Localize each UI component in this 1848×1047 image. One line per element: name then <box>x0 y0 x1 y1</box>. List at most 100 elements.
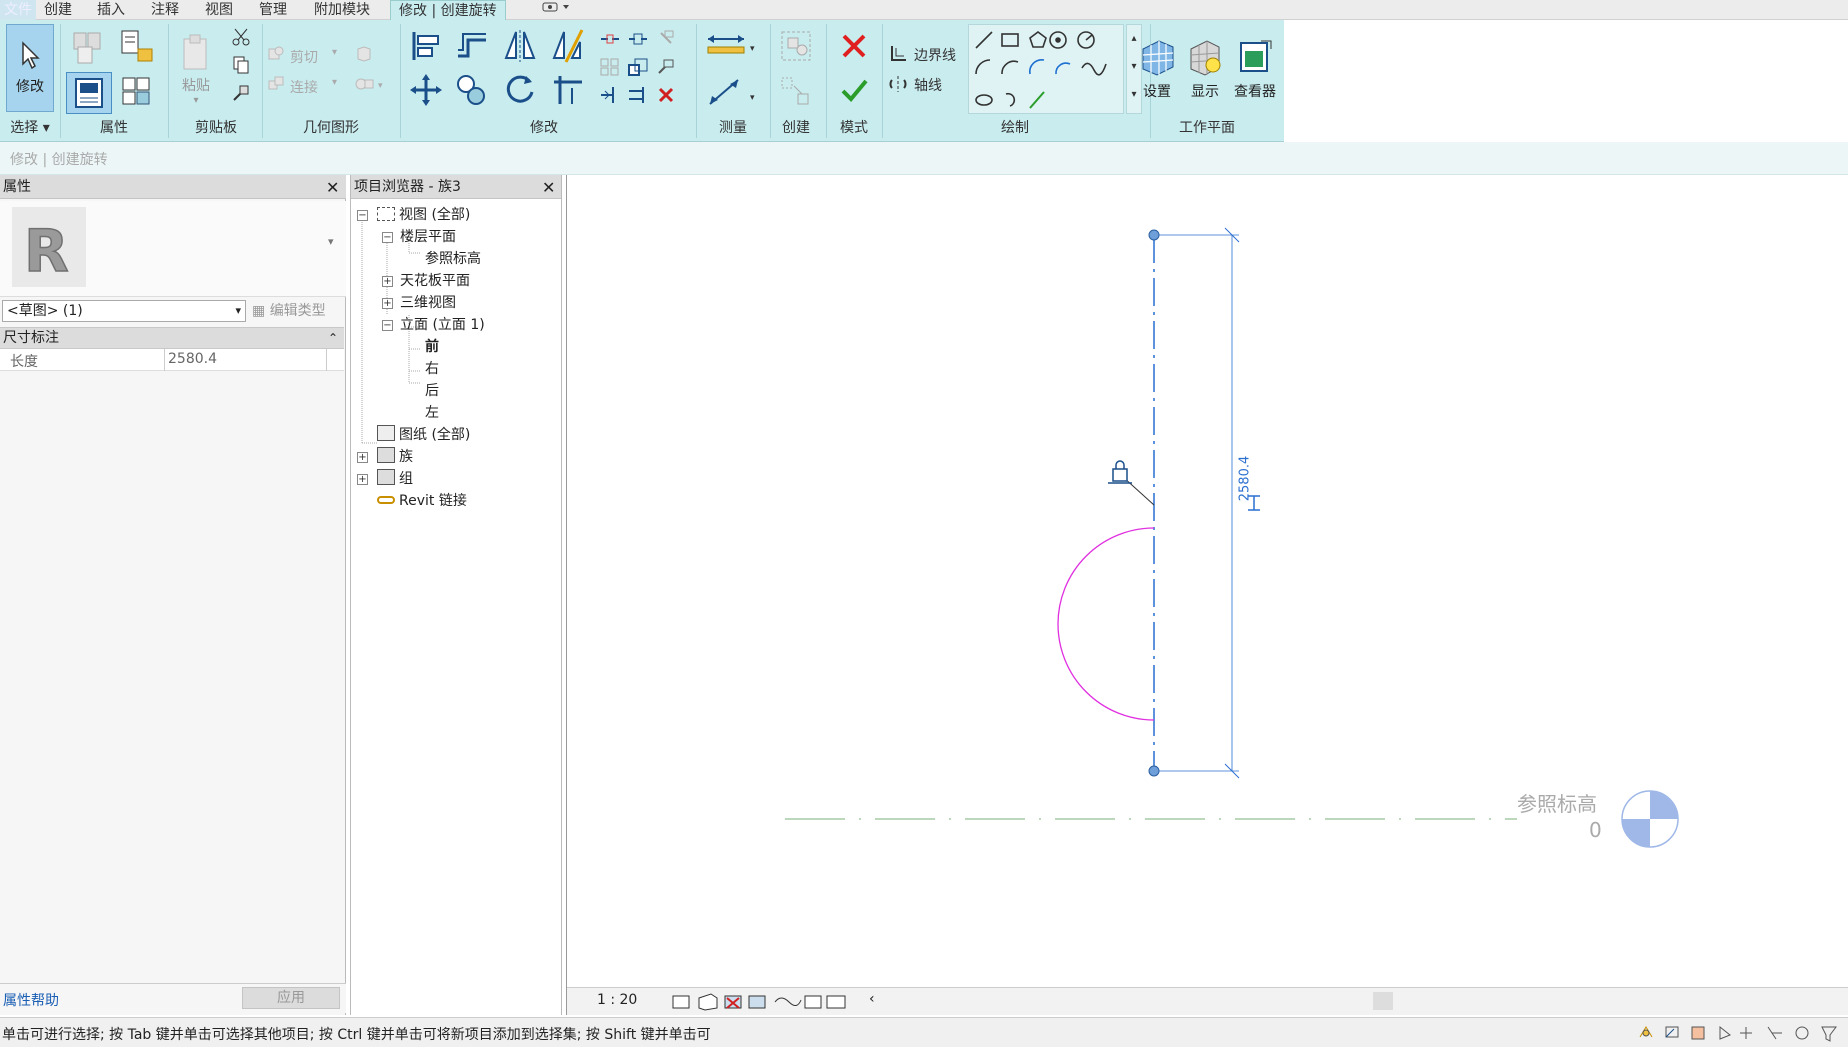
svg-text:R: R <box>24 217 69 285</box>
tree-item-views[interactable]: 视图 (全部) <box>377 205 470 225</box>
cancel-edit-mode-icon[interactable] <box>834 28 874 64</box>
menu-annotate[interactable]: 注释 <box>151 0 179 20</box>
split-element-icon[interactable] <box>596 26 624 52</box>
level-name[interactable]: 参照标高 <box>1517 788 1597 817</box>
move-icon[interactable] <box>406 70 446 110</box>
view-scale[interactable]: 1 : 20 <box>597 992 637 1008</box>
offset-icon[interactable] <box>452 26 492 66</box>
viewer-button[interactable]: 查看器 <box>1232 26 1278 112</box>
boundary-line-label[interactable]: 边界线 <box>914 45 956 65</box>
sketch-arc[interactable] <box>1057 527 1155 721</box>
length-value[interactable]: 2580.4 <box>168 351 217 367</box>
aligned-dimension-icon[interactable]: ▾ <box>702 74 760 110</box>
properties-title: 属性 <box>0 175 346 199</box>
level-head-icon[interactable] <box>1621 790 1679 848</box>
axis-line-icon[interactable] <box>886 72 910 96</box>
tree-item-groups[interactable]: 组 <box>377 469 413 489</box>
menu-modify-create-revolve[interactable]: 修改 | 创建旋转 <box>390 0 506 21</box>
apply-button[interactable]: 应用 <box>242 987 340 1009</box>
dimensions-section-header[interactable]: 尺寸标注 ⌃ <box>0 327 344 349</box>
pin-icon[interactable] <box>652 54 680 80</box>
mirror-pick-axis-icon[interactable] <box>500 26 540 66</box>
family-category-icon[interactable] <box>116 26 160 68</box>
axis-endpoint-top[interactable] <box>1148 229 1160 241</box>
tree-item-families[interactable]: 族 <box>377 447 413 467</box>
cut-geometry-label[interactable]: 剪切 <box>290 47 318 67</box>
split-with-gap-icon[interactable] <box>624 26 652 52</box>
horizontal-scroll-thumb[interactable] <box>1373 992 1393 1010</box>
trim-single-icon[interactable] <box>596 82 624 108</box>
tree-item-elevations[interactable]: 立面 (立面 1) <box>400 315 485 335</box>
menu-manage[interactable]: 管理 <box>259 0 287 20</box>
selection-filter-icons[interactable] <box>1636 1023 1844 1043</box>
tree-item-right[interactable]: 右 <box>425 359 439 379</box>
cut-geometry-icon[interactable] <box>266 44 286 64</box>
join-geometry-icon[interactable] <box>266 74 286 94</box>
edit-type-button[interactable]: ▦ 编辑类型 <box>252 301 344 321</box>
menu-file[interactable]: 文件 <box>0 0 36 20</box>
trim-extend-corner-icon[interactable] <box>548 70 588 110</box>
mirror-draw-axis-icon[interactable] <box>548 26 588 66</box>
preview-dropdown-icon[interactable]: ▾ <box>328 235 334 248</box>
measure-icon[interactable]: ▾ <box>702 28 760 64</box>
copy-icon[interactable] <box>228 52 254 78</box>
boundary-line-icon[interactable] <box>886 42 910 66</box>
canvas-drawing[interactable] <box>567 175 1848 995</box>
properties-close-icon-2[interactable]: ✕ <box>326 176 339 200</box>
show-workplane-button[interactable]: 显示 <box>1184 26 1226 112</box>
ribbon: 修改 选择 ▾ 属性 粘贴 ▾ 剪贴板 剪切 ▾ 连接 ▾ ▾ 几何图形 修改 … <box>0 20 1284 142</box>
unpin-icon[interactable] <box>652 26 680 52</box>
panel-select-label[interactable]: 选择 ▾ <box>4 118 56 138</box>
view-control-icons[interactable] <box>671 992 851 1012</box>
scale-icon[interactable] <box>624 54 652 80</box>
tree-item-floor-plans[interactable]: 楼层平面 <box>400 227 456 247</box>
array-icon[interactable] <box>596 54 624 80</box>
scroll-left-icon[interactable]: ‹ <box>869 991 875 1007</box>
tree-item-ref-level[interactable]: 参照标高 <box>425 249 481 269</box>
finish-edit-mode-icon[interactable] <box>834 72 874 108</box>
set-workplane-button[interactable]: 设置 <box>1136 26 1178 112</box>
panel-create-label: 创建 <box>782 120 810 136</box>
menu-insert[interactable]: 插入 <box>97 0 125 20</box>
properties-help-link[interactable]: 属性帮助 <box>3 990 59 1010</box>
tree-item-revit-links[interactable]: Revit 链接 <box>377 491 467 511</box>
draw-tools-icons[interactable] <box>972 28 1112 112</box>
rotate-icon[interactable] <box>500 70 540 110</box>
align-icon[interactable] <box>406 26 446 66</box>
paste-button[interactable]: 粘贴 ▾ <box>174 26 218 112</box>
type-properties-icon[interactable] <box>116 72 160 114</box>
menu-addins[interactable]: 附加模块 <box>314 0 370 20</box>
scissors-icon[interactable] <box>228 24 254 50</box>
tree-item-front[interactable]: 前 <box>425 337 439 357</box>
trim-multiple-icon[interactable] <box>624 82 652 108</box>
drawing-canvas[interactable]: 2580.4 参照标高 0 1 : 20 ‹ <box>566 175 1848 1015</box>
menu-view[interactable]: 视图 <box>205 0 233 20</box>
menu-create[interactable]: 创建 <box>44 0 72 20</box>
tree-item-sheets[interactable]: 图纸 (全部) <box>377 425 470 445</box>
match-properties-icon[interactable] <box>228 80 254 106</box>
tree-item-back[interactable]: 后 <box>425 381 439 401</box>
axis-line-label[interactable]: 轴线 <box>914 75 942 95</box>
copy-elements-icon[interactable] <box>452 70 492 110</box>
dimension-value[interactable]: 2580.4 <box>1238 449 1253 509</box>
join-geometry-label[interactable]: 连接 <box>290 77 318 97</box>
type-selector[interactable]: <草图> (1) ▾ <box>2 300 246 322</box>
create-similar-icon[interactable] <box>776 72 816 112</box>
delete-icon[interactable] <box>652 82 680 108</box>
uncut-icon[interactable] <box>354 44 374 64</box>
axis-endpoint-bottom[interactable] <box>1148 765 1160 777</box>
level-elevation[interactable]: 0 <box>1589 818 1602 842</box>
view-toggle-icon[interactable] <box>538 0 574 20</box>
modify-tool-button[interactable]: 修改 <box>6 24 54 112</box>
browser-close-icon[interactable]: ✕ <box>542 176 555 200</box>
create-group-icon[interactable] <box>776 26 816 66</box>
lock-icon[interactable] <box>1108 460 1155 506</box>
tree-item-3d-views[interactable]: 三维视图 <box>400 293 456 313</box>
properties-toggle-icon[interactable] <box>66 72 112 114</box>
tree-item-ceiling-plans[interactable]: 天花板平面 <box>400 271 470 291</box>
svg-text:▾: ▾ <box>378 81 383 91</box>
split-face-icon[interactable]: ▾ <box>352 74 388 94</box>
family-types-icon[interactable] <box>66 26 110 68</box>
collapse-icon[interactable]: ⌃ <box>328 328 338 348</box>
tree-item-left[interactable]: 左 <box>425 403 439 423</box>
